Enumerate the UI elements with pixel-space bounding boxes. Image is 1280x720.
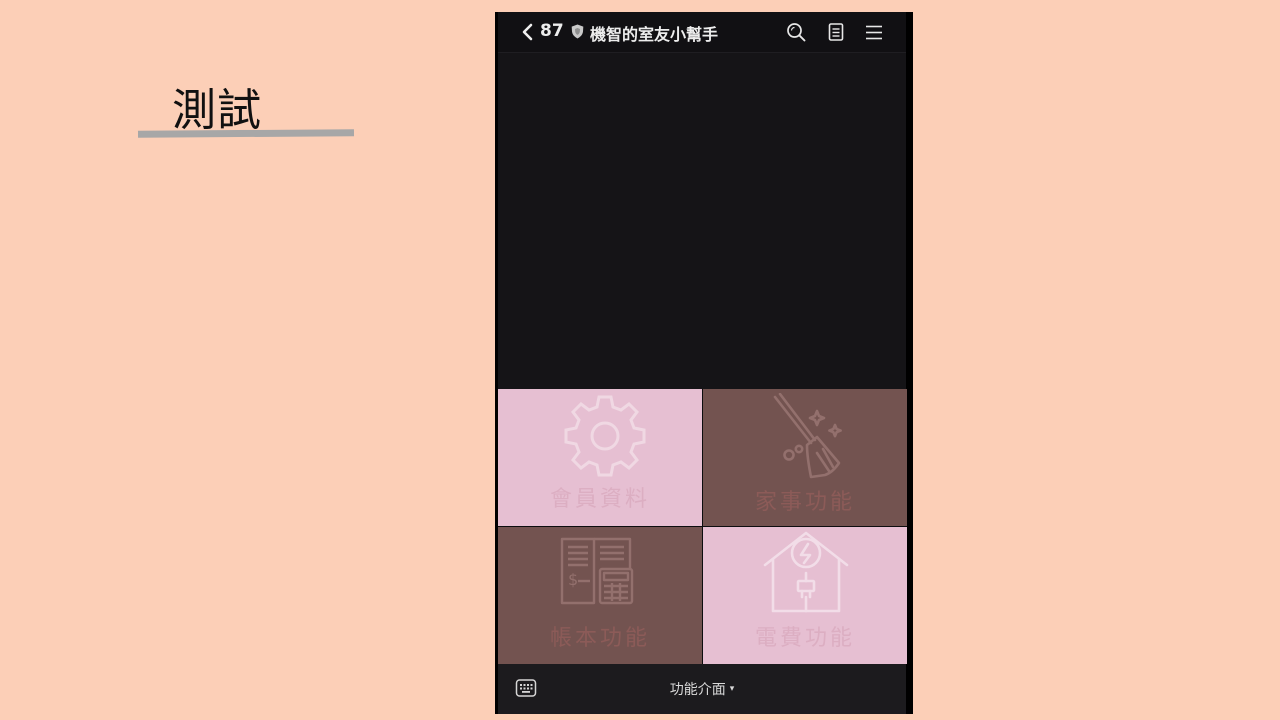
note-icon[interactable] (826, 22, 846, 42)
chat-message-area[interactable] (498, 53, 906, 389)
caret-down-icon: ▾ (729, 684, 735, 694)
ledger-calculator-icon: $ (560, 537, 634, 605)
rich-menu-toggle[interactable]: 功能介面 ▾ (498, 664, 906, 714)
tile-label-electricity: 電費功能 (754, 626, 855, 651)
slide-title: 測試 (172, 85, 262, 136)
chat-header: 87 機智的室友小幫手 (498, 12, 906, 53)
rich-menu-chores-button[interactable]: 家事功能 (703, 389, 907, 526)
gear-icon (564, 395, 646, 477)
rich-menu-member-button[interactable]: 會員資料 (498, 389, 702, 526)
search-icon[interactable] (786, 22, 806, 42)
shield-icon (571, 24, 584, 39)
chat-name: 機智的室友小幫手 (590, 25, 719, 44)
bottom-bar: 功能介面 ▾ (498, 664, 906, 714)
tile-label-ledger: 帳本功能 (549, 626, 650, 651)
unread-count[interactable]: 87 (540, 21, 564, 41)
tile-label-member: 會員資料 (549, 487, 650, 512)
hamburger-menu-icon[interactable] (864, 22, 884, 42)
broom-icon (773, 393, 842, 479)
title-underline (137, 129, 355, 138)
rich-menu-toggle-label: 功能介面 (669, 682, 726, 698)
rich-menu-electricity-button[interactable]: 電費功能 (703, 527, 907, 664)
rich-menu: 會員資料 家事功能 $ 帳本功能 電費功能 (498, 389, 907, 664)
tile-label-chores: 家事功能 (754, 490, 855, 515)
chevron-left-icon[interactable] (521, 23, 533, 41)
keyboard-icon[interactable] (515, 678, 537, 698)
house-plug-icon (763, 531, 849, 613)
chat-screen: 87 機智的室友小幫手 會員資料 家事功能 $ 帳本功能 電費功能 功能介面 ▾ (498, 12, 907, 714)
svg-text:$: $ (568, 570, 578, 589)
phone-frame: 87 機智的室友小幫手 會員資料 家事功能 $ 帳本功能 電費功能 功能介面 ▾ (495, 12, 913, 714)
rich-menu-ledger-button[interactable]: $ 帳本功能 (498, 527, 702, 664)
